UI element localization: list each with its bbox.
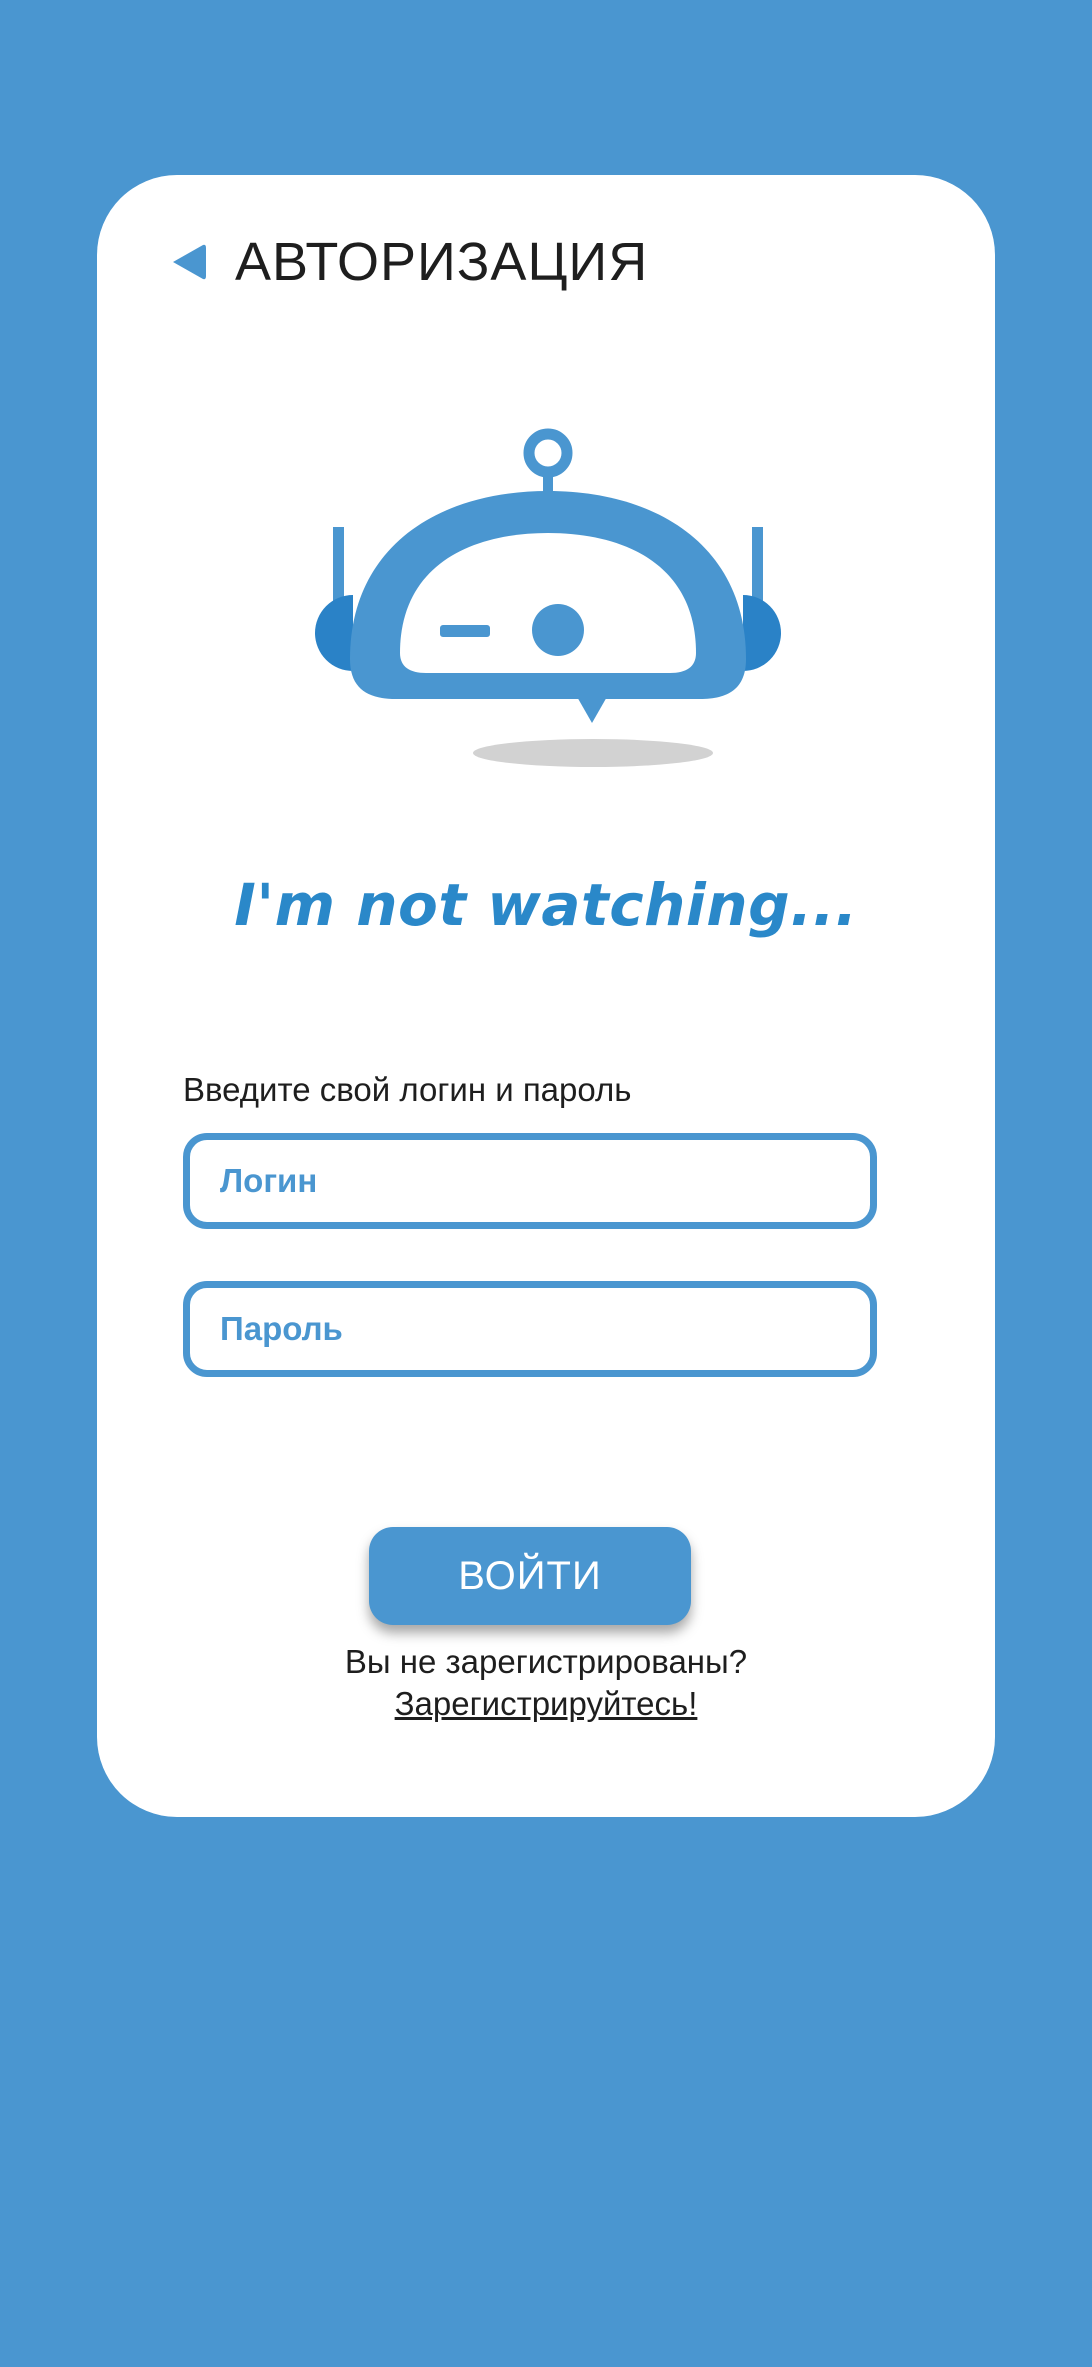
register-link[interactable]: Зарегистрируйтесь! — [395, 1683, 698, 1725]
register-block: Вы не зарегистрированы? Зарегистрируйтес… — [97, 1641, 995, 1725]
robot-mascot-icon — [315, 428, 781, 767]
login-button[interactable]: ВОЙТИ — [369, 1527, 691, 1625]
back-triangle-icon — [173, 244, 206, 280]
form-instruction-label: Введите свой логин и пароль — [183, 1071, 632, 1108]
login-input[interactable] — [183, 1133, 877, 1229]
mascot-tagline: I'm not watching... — [234, 871, 858, 939]
login-card: АВТОРИЗАЦИЯ I'm not watching... Введите … — [97, 175, 995, 1817]
page-title: АВТОРИЗАЦИЯ — [235, 232, 649, 292]
back-button[interactable] — [169, 242, 209, 282]
header: АВТОРИЗАЦИЯ — [169, 235, 648, 289]
register-prompt: Вы не зарегистрированы? — [344, 1643, 748, 1680]
password-input[interactable] — [183, 1281, 877, 1377]
